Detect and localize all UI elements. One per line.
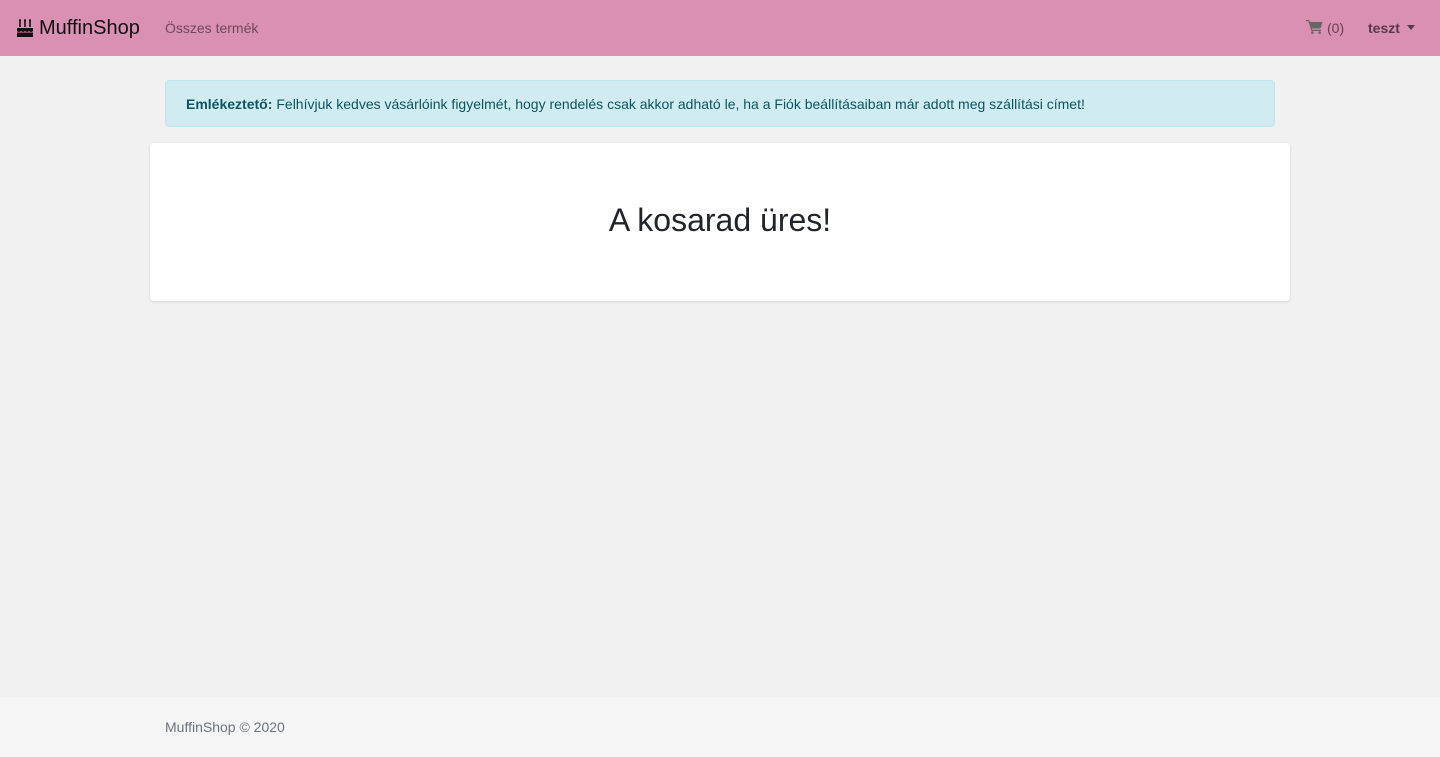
caret-down-icon <box>1406 25 1415 30</box>
empty-cart-heading: A kosarad üres! <box>608 201 832 238</box>
cart-count: (0) <box>1327 20 1345 36</box>
alert-message: Felhívjuk kedves vásárlóink figyelmét, h… <box>276 95 1085 112</box>
brand-link[interactable]: MuffinShop <box>16 0 140 56</box>
cart-link[interactable]: (0) <box>1306 0 1344 56</box>
nav-link-all-products[interactable]: Összes termék <box>165 0 258 56</box>
reminder-alert: Emlékeztető: Felhívjuk kedves vásárlóink… <box>165 80 1275 127</box>
cart-card: A kosarad üres! <box>150 143 1290 301</box>
shopping-cart-icon <box>1306 19 1323 37</box>
footer-copyright: MuffinShop © 2020 <box>165 719 285 735</box>
user-dropdown[interactable]: teszt <box>1368 0 1415 56</box>
navbar: MuffinShop Összes termék (0) teszt <box>0 0 1440 56</box>
footer: MuffinShop © 2020 <box>0 697 1440 757</box>
birthday-cake-icon <box>16 19 34 37</box>
user-name: teszt <box>1368 20 1400 36</box>
brand-name: MuffinShop <box>39 16 140 39</box>
alert-label: Emlékeztető: <box>186 95 273 112</box>
